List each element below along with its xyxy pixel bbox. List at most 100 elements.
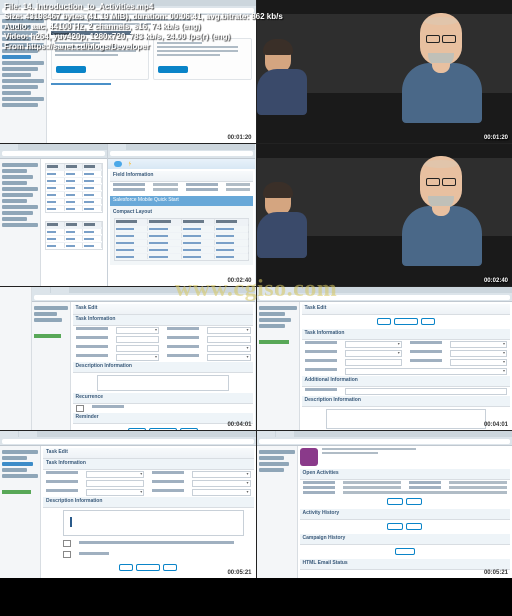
related-to-lookup[interactable] (450, 359, 507, 366)
setup-sidebar (257, 446, 298, 578)
add-campaign-button[interactable] (395, 548, 415, 555)
field-select[interactable] (192, 489, 250, 496)
sidebar-item[interactable] (2, 103, 38, 107)
field-select[interactable] (192, 471, 250, 478)
meta-size: Size: 43198467 bytes (41.19 MiB), durati… (4, 12, 283, 22)
new-event-button[interactable] (406, 498, 422, 505)
description-textarea[interactable] (97, 375, 230, 391)
save-button[interactable] (377, 318, 391, 325)
cancel-button[interactable] (163, 564, 177, 571)
sidebar-item[interactable] (2, 79, 44, 83)
file-metadata-overlay: File: 14. Introduction_to_Activities.mp4… (0, 0, 287, 54)
meta-audio: Audio: aac, 44100 Hz, 2 channels, s16, 7… (4, 22, 283, 32)
priority-select[interactable] (345, 368, 508, 375)
section-additional: Additional Information (302, 376, 511, 387)
record-list (45, 221, 103, 250)
footer-strip (0, 578, 512, 616)
setup-sidebar (0, 159, 41, 287)
field-select[interactable] (207, 327, 250, 334)
subject-input[interactable] (345, 350, 402, 357)
sidebar-item[interactable] (2, 73, 31, 77)
recycle-bin-icon[interactable] (34, 334, 61, 338)
cancel-button[interactable] (180, 428, 198, 430)
page-title: Task Edit (73, 304, 254, 315)
status-select[interactable] (450, 341, 507, 348)
description-textarea[interactable] (326, 409, 487, 429)
field-select[interactable] (116, 327, 159, 334)
timestamp: 00:05:21 (227, 570, 251, 576)
page-title: Task Edit (302, 304, 511, 315)
timestamp: 00:05:21 (484, 570, 508, 576)
recur-checkbox[interactable] (63, 540, 71, 547)
section-recurrence: Recurrence (73, 393, 254, 404)
table-row[interactable] (46, 170, 102, 177)
table-row[interactable] (46, 235, 102, 242)
address-bar[interactable] (259, 295, 511, 300)
recur-checkbox[interactable] (76, 405, 84, 412)
table-row[interactable] (46, 242, 102, 249)
recycle-bin-icon[interactable] (2, 490, 31, 494)
field-input[interactable] (207, 336, 250, 343)
thumbnail-grid: Community (0, 0, 512, 578)
log-call-button[interactable] (387, 523, 403, 530)
quick-start-bar[interactable]: Salesforce Mobile Quick Start (110, 196, 254, 206)
meta-video: Video: h264, yuv420p, 1280x720, 783 kb/s… (4, 32, 283, 42)
field-select[interactable] (207, 354, 250, 361)
sidebar-item[interactable] (2, 97, 44, 101)
primary-button[interactable] (158, 66, 188, 73)
assigned-to-select[interactable] (345, 341, 402, 348)
save-button[interactable] (119, 564, 133, 571)
address-bar[interactable] (110, 151, 254, 156)
reminder-checkbox[interactable] (63, 551, 71, 558)
record-list (45, 163, 103, 213)
sidebar-item[interactable] (2, 61, 44, 65)
field-input[interactable] (345, 388, 508, 395)
name-lookup[interactable] (450, 350, 507, 357)
cancel-button[interactable] (421, 318, 435, 325)
table-row[interactable] (46, 205, 102, 212)
field-select[interactable] (86, 489, 144, 496)
field-select[interactable] (116, 354, 159, 361)
sidebar-item-active[interactable] (2, 55, 31, 59)
field-input[interactable] (116, 345, 159, 352)
table-row[interactable] (46, 177, 102, 184)
table-row[interactable] (46, 191, 102, 198)
field-select[interactable] (207, 345, 250, 352)
text-cursor (70, 517, 72, 527)
save-new-button[interactable] (149, 428, 177, 430)
sidebar-item[interactable] (2, 67, 38, 71)
related-list-activity-history: Activity History (300, 509, 511, 520)
thumb-7-task-edit: Task Edit Task Information Description I… (0, 431, 256, 578)
sidebar-item[interactable] (2, 91, 31, 95)
lightning-icon (128, 161, 132, 167)
section-task-info: Task Information (43, 459, 254, 470)
address-bar[interactable] (34, 295, 254, 300)
field-input[interactable] (116, 336, 159, 343)
table-row[interactable] (46, 198, 102, 205)
field-select[interactable] (192, 480, 250, 487)
timestamp: 00:02:40 (484, 278, 508, 284)
new-task-button[interactable] (387, 498, 403, 505)
timestamp: 00:04:01 (484, 422, 508, 428)
field-input[interactable] (86, 480, 144, 487)
field-select[interactable] (86, 471, 144, 478)
save-new-button[interactable] (394, 318, 418, 325)
address-bar[interactable] (2, 439, 254, 444)
table-row[interactable] (46, 228, 102, 235)
browser-chrome (108, 144, 256, 159)
section-task-info: Task Information (302, 329, 511, 340)
save-button[interactable] (128, 428, 146, 430)
due-date-input[interactable] (345, 359, 402, 366)
section-task-info: Task Information (73, 315, 254, 326)
primary-button[interactable] (56, 66, 86, 73)
table-row[interactable] (46, 184, 102, 191)
address-bar[interactable] (259, 439, 511, 444)
mail-merge-button[interactable] (406, 523, 422, 530)
section-bar: Field Information (110, 171, 254, 182)
sidebar-item[interactable] (2, 85, 38, 89)
save-new-button[interactable] (136, 564, 160, 571)
address-bar[interactable] (2, 151, 105, 156)
presenter-right (420, 156, 482, 266)
description-textarea[interactable] (63, 510, 244, 536)
recycle-bin-icon[interactable] (259, 340, 289, 344)
